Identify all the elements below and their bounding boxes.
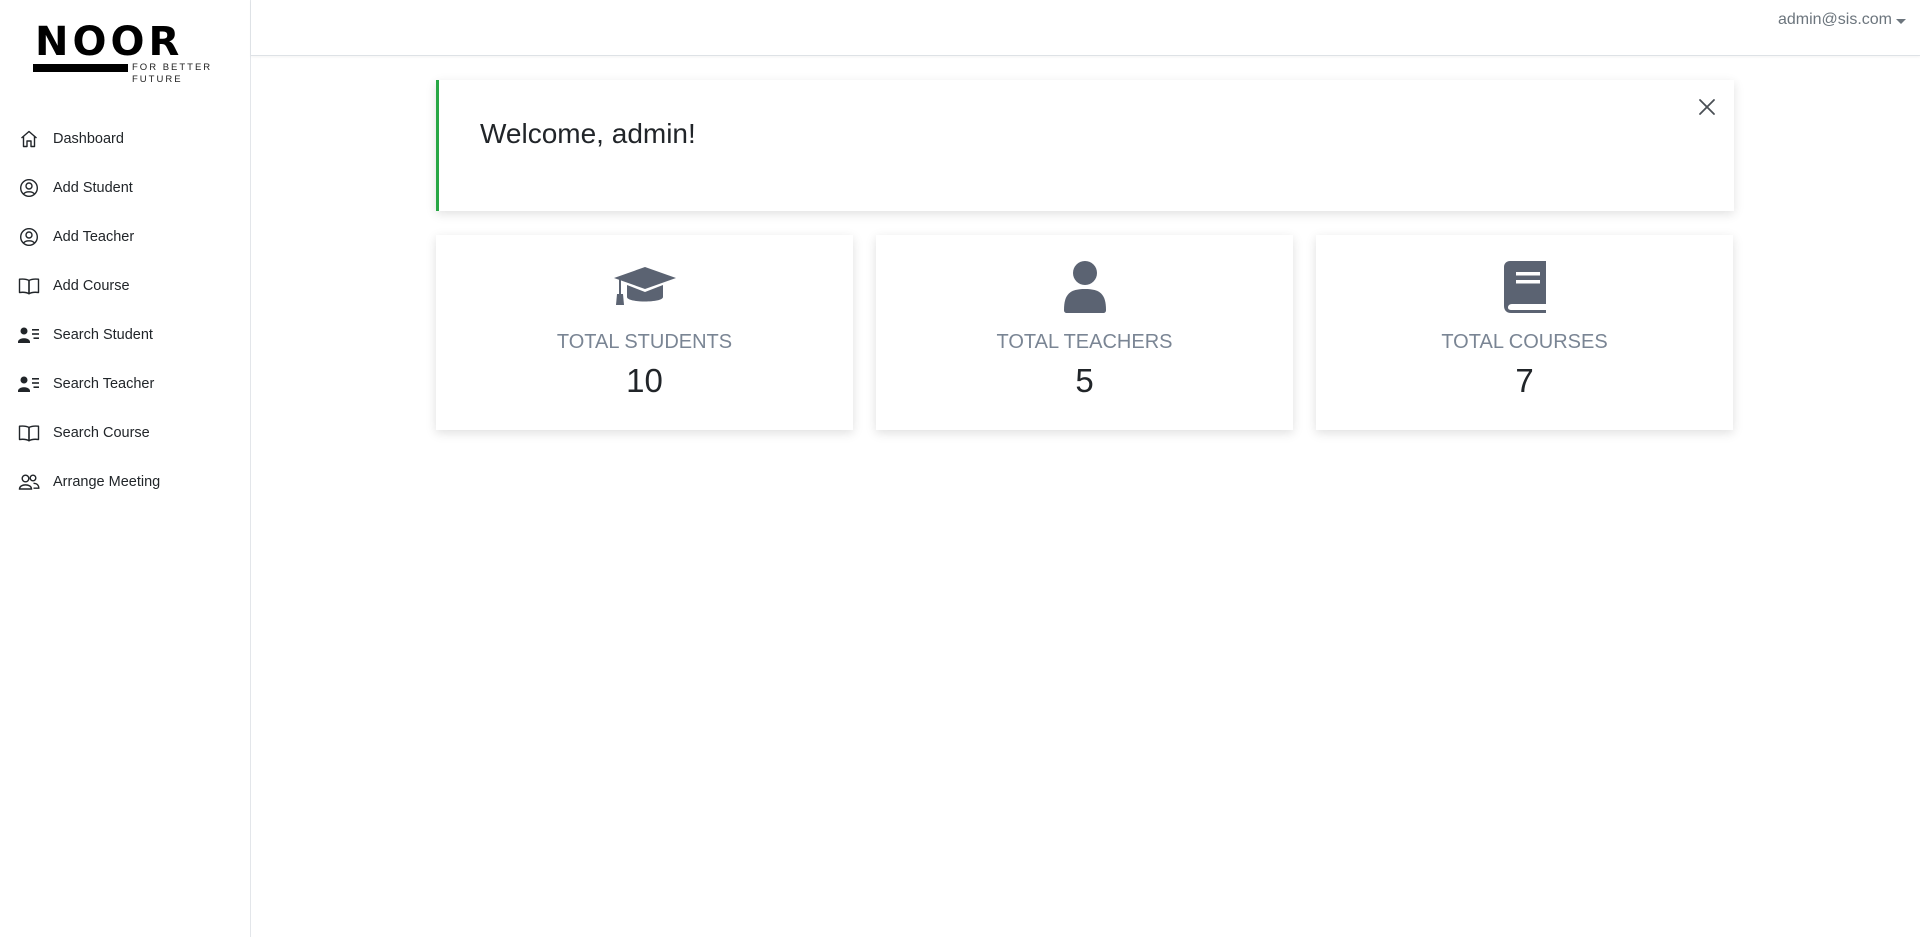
- stat-label: TOTAL TEACHERS: [996, 331, 1173, 353]
- stat-card-students: TOTAL STUDENTS 10: [436, 235, 853, 430]
- sidebar-item-search-course[interactable]: Search Course: [0, 408, 250, 457]
- logo-underline: [33, 64, 128, 72]
- sidebar-item-search-student[interactable]: Search Student: [0, 310, 250, 359]
- stat-value: 10: [626, 362, 663, 399]
- sidebar: NOOR FOR BETTER FUTURE Dashboard Add Stu…: [0, 0, 251, 937]
- sidebar-item-label: Add Course: [53, 277, 130, 294]
- sidebar-item-search-teacher[interactable]: Search Teacher: [0, 359, 250, 408]
- user-icon: [876, 259, 1293, 315]
- close-icon[interactable]: [1694, 94, 1720, 120]
- sidebar-item-dashboard[interactable]: Dashboard: [0, 114, 250, 163]
- book-open-icon: [18, 422, 40, 444]
- sidebar-item-add-teacher[interactable]: Add Teacher: [0, 212, 250, 261]
- logo-wordmark: NOOR: [35, 19, 184, 65]
- user-list-icon: [18, 324, 40, 346]
- caret-down-icon: [1896, 18, 1906, 24]
- sidebar-item-label: Search Teacher: [53, 375, 155, 392]
- user-list-icon: [18, 373, 40, 395]
- stat-value: 7: [1515, 362, 1534, 399]
- logo[interactable]: NOOR FOR BETTER FUTURE: [33, 20, 218, 88]
- stat-label: TOTAL STUDENTS: [556, 331, 733, 353]
- logo-tagline: FOR BETTER FUTURE: [132, 62, 213, 85]
- top-navbar: admin@sis.com: [251, 0, 1920, 56]
- sidebar-item-label: Dashboard: [53, 130, 124, 147]
- sidebar-nav: Dashboard Add Student Add Teacher Add Co…: [0, 114, 250, 506]
- sidebar-item-label: Add Teacher: [53, 228, 135, 245]
- user-email: admin@sis.com: [1777, 11, 1892, 28]
- book-open-icon: [18, 275, 40, 297]
- user-circle-icon: [18, 177, 40, 199]
- sidebar-item-label: Add Student: [53, 179, 133, 196]
- welcome-message: Welcome, admin!: [480, 118, 696, 149]
- sidebar-item-label: Search Student: [53, 326, 153, 343]
- user-menu-dropdown[interactable]: admin@sis.com: [1778, 11, 1906, 29]
- home-icon: [18, 128, 40, 150]
- people-icon: [18, 471, 40, 493]
- sidebar-item-add-student[interactable]: Add Student: [0, 163, 250, 212]
- sidebar-item-label: Search Course: [53, 424, 150, 441]
- graduation-cap-icon: [436, 259, 853, 315]
- stat-value: 5: [1075, 362, 1094, 399]
- sidebar-item-add-course[interactable]: Add Course: [0, 261, 250, 310]
- stat-card-teachers: TOTAL TEACHERS 5: [876, 235, 1293, 430]
- welcome-alert: Welcome, admin!: [436, 80, 1734, 211]
- stat-label: TOTAL COURSES: [1441, 331, 1608, 353]
- sidebar-item-label: Arrange Meeting: [53, 473, 161, 490]
- sidebar-item-arrange-meeting[interactable]: Arrange Meeting: [0, 457, 250, 506]
- user-circle-icon: [18, 226, 40, 248]
- stat-card-courses: TOTAL COURSES 7: [1316, 235, 1733, 430]
- book-icon: [1316, 259, 1733, 315]
